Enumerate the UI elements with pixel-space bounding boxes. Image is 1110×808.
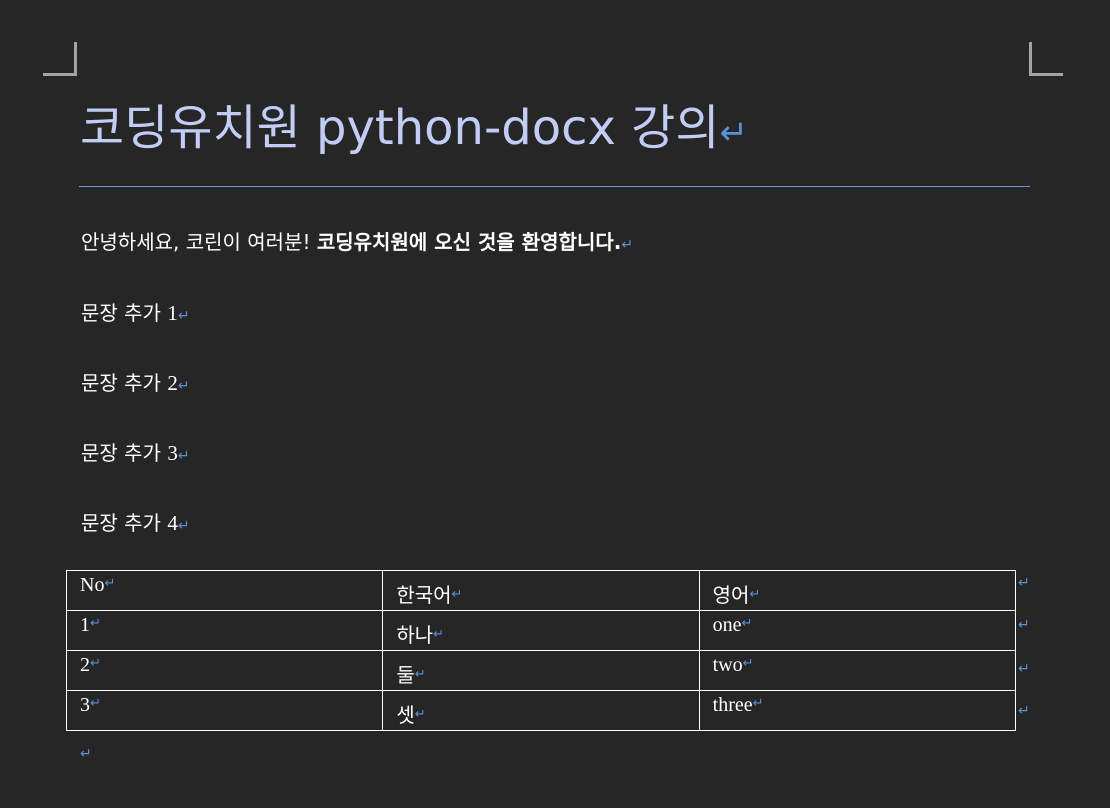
title-underline [79, 186, 1030, 187]
document-title-text: 코딩유치원 python-docx 강의 [80, 100, 720, 156]
sentence-number: 1 [167, 301, 178, 325]
row-end-mark-icon: ↵ [1018, 703, 1030, 719]
table-cell[interactable]: No↵ [65, 570, 384, 611]
paragraph-mark-icon: ↵ [177, 448, 190, 464]
cell-mark-icon: ↵ [749, 587, 761, 602]
cell-no: 3 [80, 694, 90, 716]
paragraph-mark-icon: ↵ [177, 518, 190, 534]
paragraph-mark-icon: ↵ [177, 378, 190, 394]
intro-bold-text: 코딩유치원에 오신 것을 환영합니다. [316, 230, 622, 254]
cell-mark-icon: ↵ [752, 696, 764, 711]
table-cell[interactable]: 한국어↵ [382, 570, 700, 611]
table-cell[interactable]: one↵ [698, 610, 1017, 651]
cell-mark-icon: ↵ [414, 707, 426, 722]
paragraph-mark-icon: ↵ [719, 113, 749, 153]
cell-korean: 셋 [396, 703, 415, 727]
table-cell[interactable]: 둘↵ [382, 650, 700, 691]
paragraph-mark-icon: ↵ [621, 237, 634, 253]
table-row: 3↵ 셋↵ three↵ [65, 690, 1017, 731]
cell-english: one [712, 614, 742, 636]
sentence-paragraph[interactable]: 문장 추가 4↵ [81, 509, 190, 540]
cell-mark-icon: ↵ [741, 616, 753, 631]
cell-mark-icon: ↵ [90, 616, 101, 631]
table-header-row: No↵ 한국어↵ 영어↵ [65, 570, 1017, 611]
sentence-text: 문장 추가 [81, 371, 168, 395]
table-row: 2↵ 둘↵ two↵ [65, 650, 1017, 691]
sentence-number: 4 [167, 511, 178, 535]
sentence-text: 문장 추가 [81, 511, 168, 535]
table-cell[interactable]: 3↵ [65, 690, 384, 731]
table-cell[interactable]: three↵ [698, 690, 1017, 731]
table-cell[interactable]: 하나↵ [382, 610, 700, 651]
sentence-number: 3 [167, 441, 178, 465]
cell-mark-icon: ↵ [104, 576, 116, 591]
end-paragraph-mark-icon[interactable]: ↵ [80, 746, 92, 762]
cell-mark-icon: ↵ [451, 587, 463, 602]
cell-english: two [712, 654, 743, 676]
sentence-paragraph[interactable]: 문장 추가 3↵ [81, 439, 190, 470]
cell-mark-icon: ↵ [414, 667, 426, 682]
page-corner-top-right [1029, 42, 1063, 76]
document-table: No↵ 한국어↵ 영어↵ 1↵ 하나↵ one↵ 2↵ 둘↵ two↵ 3↵ 셋… [65, 570, 1017, 731]
table-cell[interactable]: 셋↵ [382, 690, 700, 731]
sentence-paragraph[interactable]: 문장 추가 2↵ [81, 369, 190, 400]
cell-english: three [712, 694, 753, 716]
table-cell[interactable]: two↵ [698, 650, 1017, 691]
cell-mark-icon: ↵ [433, 627, 445, 642]
table-row: 1↵ 하나↵ one↵ [65, 610, 1017, 651]
table-cell[interactable]: 2↵ [65, 650, 384, 691]
cell-mark-icon: ↵ [742, 656, 754, 671]
header-korean: 한국어 [396, 583, 452, 607]
cell-mark-icon: ↵ [90, 656, 101, 671]
header-no: No [80, 574, 105, 596]
table-cell[interactable]: 영어↵ [698, 570, 1017, 611]
sentence-text: 문장 추가 [81, 301, 168, 325]
row-end-mark-icon: ↵ [1018, 617, 1030, 633]
document-title[interactable]: 코딩유치원 python-docx 강의↵ [80, 92, 1030, 169]
page-corner-top-left [43, 42, 77, 76]
row-end-mark-icon: ↵ [1018, 575, 1030, 591]
cell-korean: 둘 [396, 663, 415, 687]
header-english: 영어 [712, 583, 750, 607]
cell-korean: 하나 [396, 623, 434, 647]
row-end-mark-icon: ↵ [1018, 661, 1030, 677]
paragraph-mark-icon: ↵ [177, 308, 190, 324]
cell-mark-icon: ↵ [90, 696, 101, 711]
sentence-paragraph[interactable]: 문장 추가 1↵ [81, 299, 190, 330]
intro-paragraph[interactable]: 안녕하세요, 코린이 여러분! 코딩유치원에 오신 것을 환영합니다.↵ [81, 228, 633, 259]
table-cell[interactable]: 1↵ [65, 610, 384, 651]
cell-no: 2 [80, 654, 90, 676]
sentence-number: 2 [167, 371, 178, 395]
cell-no: 1 [80, 614, 90, 636]
sentence-text: 문장 추가 [81, 441, 168, 465]
intro-text: 안녕하세요, 코린이 여러분! [81, 230, 317, 254]
